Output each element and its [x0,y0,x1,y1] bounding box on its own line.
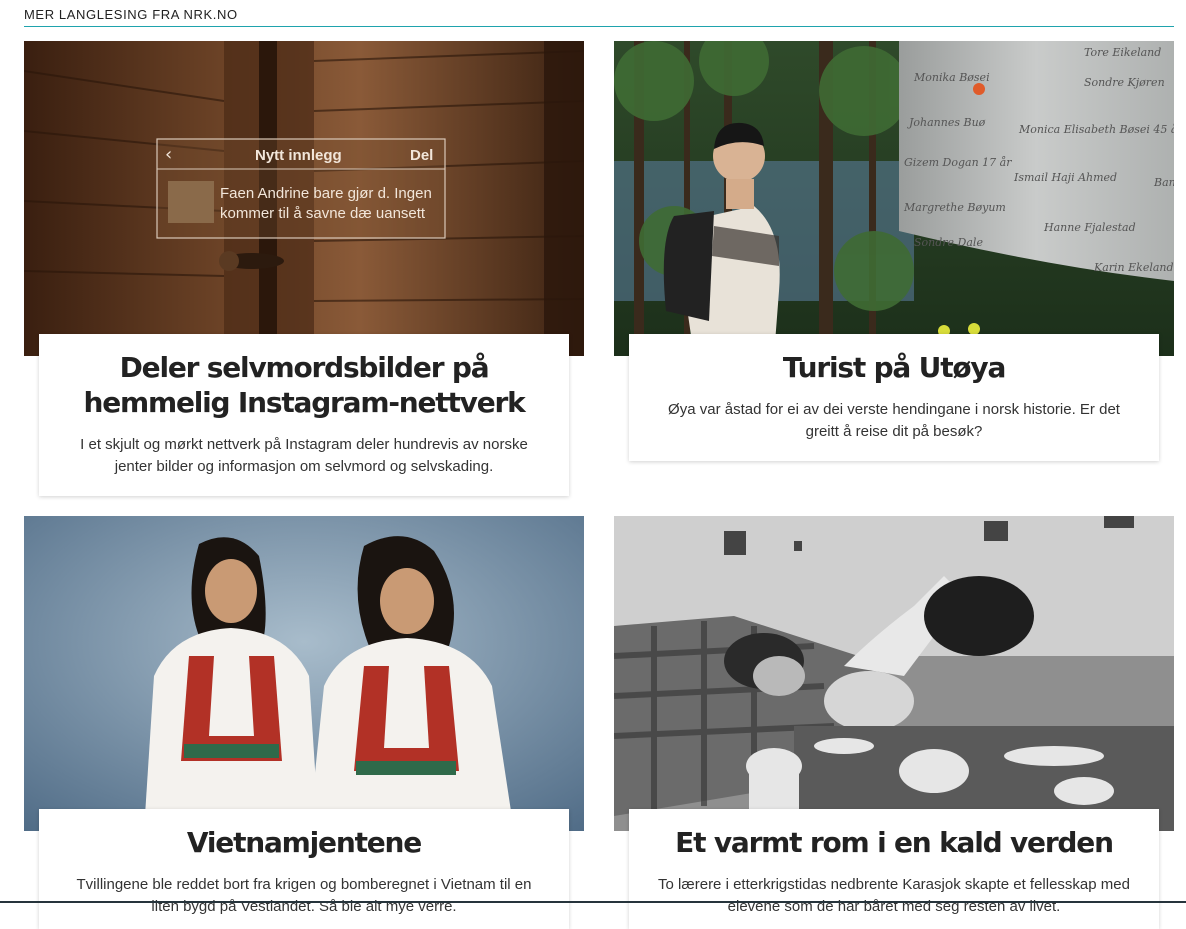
svg-text:Monica Elisabeth Bøsei 45 år: Monica Elisabeth Bøsei 45 år [1018,123,1174,136]
svg-text:Karin Ekeland: Karin Ekeland [1093,261,1174,274]
svg-text:Nytt innlegg: Nytt innlegg [255,147,342,164]
svg-text:Faen Andrine bare gjør d. Inge: Faen Andrine bare gjør d. Ingen [220,185,432,202]
svg-text:kommer til å savne dæ uansett: kommer til å savne dæ uansett [220,205,426,222]
svg-text:Sondre Dale: Sondre Dale [914,236,983,249]
article-caption: Turist på Utøya Øya var åstad for ei av … [629,334,1159,461]
article-description: I et skjult og mørkt nettverk på Instagr… [80,436,528,475]
article-description: Øya var åstad for ei av dei verste hendi… [668,401,1120,440]
svg-text:‹: ‹ [165,144,172,165]
article-title: Et varmt rom i en kald verden [675,826,1114,859]
svg-text:Johannes Buø: Johannes Buø [907,116,986,129]
instagram-post-overlay: ‹ Nytt innlegg Del Faen Andrine bare gjø… [156,138,446,239]
article-image [24,516,584,831]
section-header: MER LANGLESING FRA NRK.NO [24,0,1174,27]
article-title: Vietnamjentene [186,826,422,859]
svg-text:Sondre Kjøren: Sondre Kjøren [1084,76,1165,89]
article-description: Tvillingene ble reddet bort fra krigen o… [76,876,532,915]
article-title: Turist på Utøya [782,351,1007,384]
article-image [614,516,1174,831]
article-caption: Et varmt rom i en kald verden To lærere … [629,809,1159,929]
article-description: To lærere i etterkrigstidas nedbrente Ka… [658,876,1130,915]
svg-text:Monika Bøsei: Monika Bøsei [913,71,990,84]
svg-text:Gizem Dogan 17 år: Gizem Dogan 17 år [904,156,1012,169]
svg-text:Hanne Fjalestad: Hanne Fjalestad [1043,221,1136,234]
svg-text:Bano Rashid: Bano Rashid [1153,176,1174,189]
svg-text:Del: Del [410,147,433,164]
article-caption: Vietnamjentene Tvillingene ble reddet bo… [39,809,569,929]
article-title: Deler selvmordsbilder på hemmelig Instag… [83,351,525,419]
article-image: Monika Bøsei Sondre Kjøren Johannes Buø … [614,41,1174,356]
article-caption: Deler selvmordsbilder på hemmelig Instag… [39,334,569,496]
svg-text:Margrethe Bøyum: Margrethe Bøyum [903,201,1006,214]
svg-text:Ismail Haji Ahmed: Ismail Haji Ahmed [1013,171,1117,184]
section-title: MER LANGLESING FRA NRK.NO [24,7,238,22]
svg-text:Tore Eikeland: Tore Eikeland [1084,46,1161,59]
article-image: ‹ Nytt innlegg Del Faen Andrine bare gjø… [24,41,584,356]
